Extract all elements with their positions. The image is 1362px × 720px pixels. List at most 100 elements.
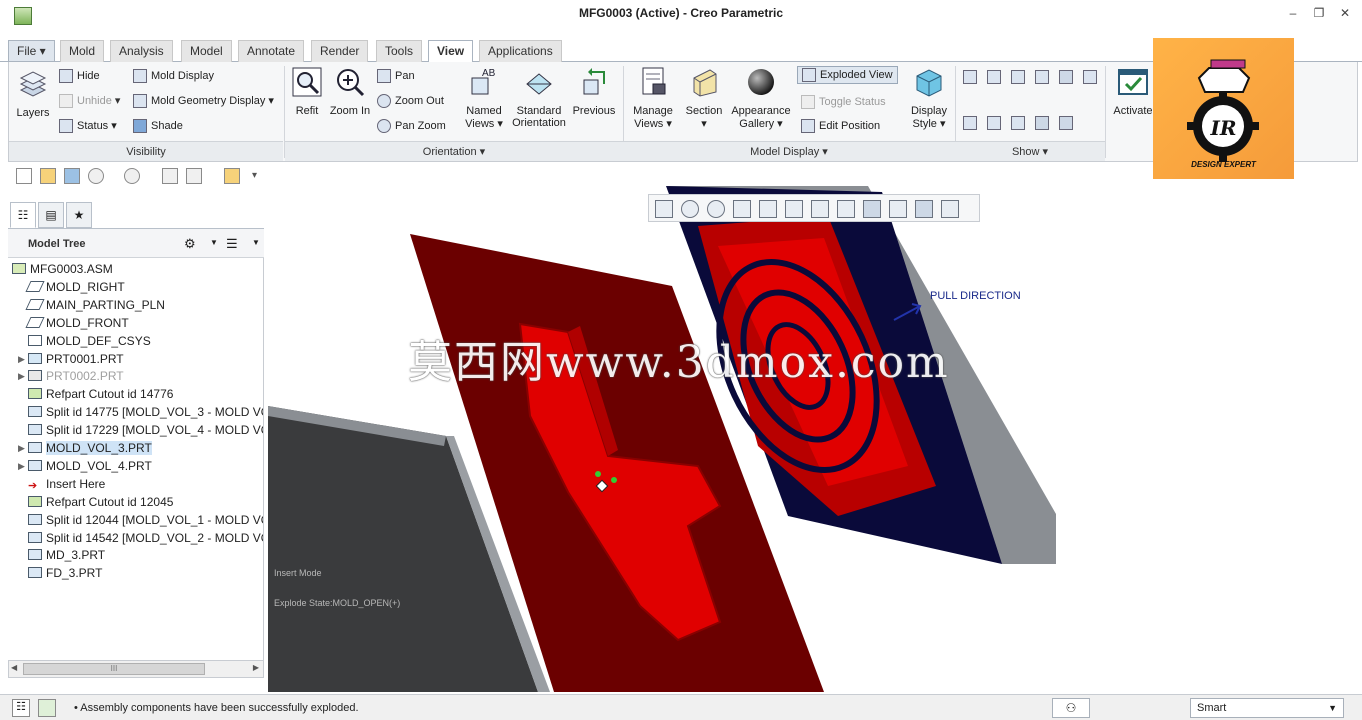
tab-render[interactable]: Render [311, 40, 369, 62]
expand-arrow-icon[interactable]: ▶ [18, 439, 25, 457]
cutout-icon [28, 388, 42, 400]
show-group-label[interactable]: Show ▾ [955, 141, 1105, 161]
expand-arrow-icon[interactable]: ▶ [18, 367, 25, 385]
activate-button[interactable]: Activate [1109, 66, 1157, 117]
settings-icon[interactable]: ⚙ [184, 236, 196, 252]
minimize-button[interactable]: – [1284, 6, 1302, 24]
csys-display-icon[interactable] [1035, 70, 1049, 84]
tab-model[interactable]: Model [181, 40, 232, 62]
previous-label: Previous [572, 105, 616, 117]
edit-position-button[interactable]: Edit Position [801, 119, 880, 133]
datum-point [611, 477, 617, 483]
restore-button[interactable]: ❐ [1310, 6, 1328, 24]
plane-display-icon[interactable] [963, 70, 977, 84]
show-icon[interactable]: ☰ [226, 236, 238, 252]
tab-applications[interactable]: Applications [479, 40, 562, 62]
model-tree-toggle-icon[interactable]: ☷ [12, 699, 30, 717]
pull-direction-icon[interactable] [915, 200, 933, 218]
chevron-down-icon[interactable]: ▼ [210, 238, 218, 247]
previous-button[interactable]: Previous [569, 66, 619, 117]
datum-plane-icon [25, 298, 45, 310]
expand-arrow-icon[interactable]: ▶ [18, 457, 25, 475]
hide-button[interactable]: Hide [59, 69, 100, 83]
find-icon[interactable]: ⚇ [1052, 698, 1090, 718]
redo-icon[interactable] [124, 168, 140, 184]
zoom-out-button[interactable]: Zoom Out [377, 94, 444, 108]
point-tag-icon[interactable] [1011, 116, 1025, 130]
scroll-right-icon[interactable]: ▶ [253, 663, 259, 672]
regenerate-icon[interactable] [162, 168, 178, 184]
selection-filter-select[interactable]: Smart ▼ [1190, 698, 1344, 718]
pan-label: Pan [395, 69, 415, 82]
standard-orientation-button[interactable]: Standard Orientation [511, 66, 567, 129]
windows-icon[interactable] [186, 168, 202, 184]
pan-zoom-button[interactable]: Pan Zoom [377, 119, 446, 133]
unhide-button[interactable]: Unhide ▾ [59, 94, 120, 109]
graphics-viewport[interactable]: PULL DIRECTION Insert Mode Explode State… [268, 186, 1362, 692]
layers-button[interactable]: Layers [13, 68, 53, 119]
mold-geometry-display-button[interactable]: Mold Geometry Display ▾ [133, 94, 274, 109]
status-button[interactable]: Status ▾ [59, 119, 117, 134]
customize-qat-icon[interactable]: ▾ [252, 170, 257, 181]
orientation-group-label[interactable]: Orientation ▾ [285, 141, 623, 161]
model-tree-tab-icon[interactable]: ☷ [10, 202, 36, 228]
toggle-status-button[interactable]: Toggle Status [801, 95, 886, 109]
spin-center-icon[interactable] [1059, 70, 1073, 84]
section-button[interactable]: Section ▾ [681, 66, 727, 130]
folder-browser-tab-icon[interactable]: ▤ [38, 202, 64, 228]
close-button[interactable]: ✕ [1336, 6, 1354, 24]
scroll-left-icon[interactable]: ◀ [11, 663, 17, 672]
csys-tag-icon[interactable] [1035, 116, 1049, 130]
model-display-group-label[interactable]: Model Display ▾ [623, 141, 955, 161]
tab-annotate[interactable]: Annotate [238, 40, 305, 62]
tab-file[interactable]: File ▾ [8, 40, 55, 62]
refit-icon[interactable] [655, 200, 673, 218]
save-icon[interactable] [64, 168, 80, 184]
horizontal-scrollbar[interactable]: ◀ III ▶ [8, 660, 264, 678]
tab-analysis[interactable]: Analysis [110, 40, 173, 62]
scroll-thumb[interactable]: III [23, 663, 205, 675]
refit-button[interactable]: Refit [287, 66, 327, 117]
tab-tools[interactable]: Tools [376, 40, 423, 62]
axis-display-icon[interactable] [987, 70, 1001, 84]
appearance-gallery-button[interactable]: Appearance Gallery ▾ [729, 66, 793, 130]
repaint-icon[interactable] [733, 200, 751, 218]
saved-orientations-icon[interactable] [785, 200, 803, 218]
browser-toggle-icon[interactable] [38, 699, 56, 717]
pan-button[interactable]: Pan [377, 69, 415, 83]
zoom-out-icon[interactable] [707, 200, 725, 218]
model-tree-header: Model Tree ⚙ ▼ ☰ ▼ [8, 228, 264, 258]
display-style-button[interactable]: Display Style ▾ [905, 66, 953, 130]
spin-center-icon[interactable] [863, 200, 881, 218]
view-manager-icon[interactable] [811, 200, 829, 218]
tree-item-label: Split id 17229 [MOLD_VOL_4 - MOLD VO [46, 423, 264, 438]
tree-item-label: MFG0003.ASM [30, 262, 113, 276]
mold-3d-model[interactable] [268, 186, 1362, 692]
expand-arrow-icon[interactable]: ▶ [18, 350, 25, 368]
favorites-tab-icon[interactable]: ★ [66, 202, 92, 228]
zoom-in-button[interactable]: Zoom In [327, 66, 373, 117]
datum-display-icon[interactable] [837, 200, 855, 218]
manage-views-button[interactable]: Manage Views ▾ [627, 66, 679, 130]
zoom-in-icon[interactable] [681, 200, 699, 218]
axis-tag-icon[interactable] [987, 116, 1001, 130]
annotation-display-icon[interactable] [941, 200, 959, 218]
display-style-icon[interactable] [759, 200, 777, 218]
tab-mold[interactable]: Mold [60, 40, 105, 62]
point-display-icon[interactable] [1011, 70, 1025, 84]
new-icon[interactable] [16, 168, 32, 184]
undo-icon[interactable] [88, 168, 104, 184]
mold-display-button[interactable]: Mold Display [133, 69, 214, 83]
shade-button[interactable]: Shade [133, 119, 183, 133]
named-views-button[interactable]: AB Named Views ▾ [459, 66, 509, 130]
open-icon[interactable] [40, 168, 56, 184]
annotation-display-icon[interactable] [1083, 70, 1097, 84]
plane-tag-icon[interactable] [963, 116, 977, 130]
pull-direction-icon[interactable] [1059, 116, 1073, 130]
chevron-down-icon[interactable]: ▼ [252, 238, 260, 247]
pull-direction-label: PULL DIRECTION [930, 290, 1021, 302]
tab-view[interactable]: View [428, 40, 474, 63]
close-window-icon[interactable] [224, 168, 240, 184]
exploded-view-button[interactable]: Exploded View [797, 66, 898, 84]
exploded-view-icon[interactable] [889, 200, 907, 218]
